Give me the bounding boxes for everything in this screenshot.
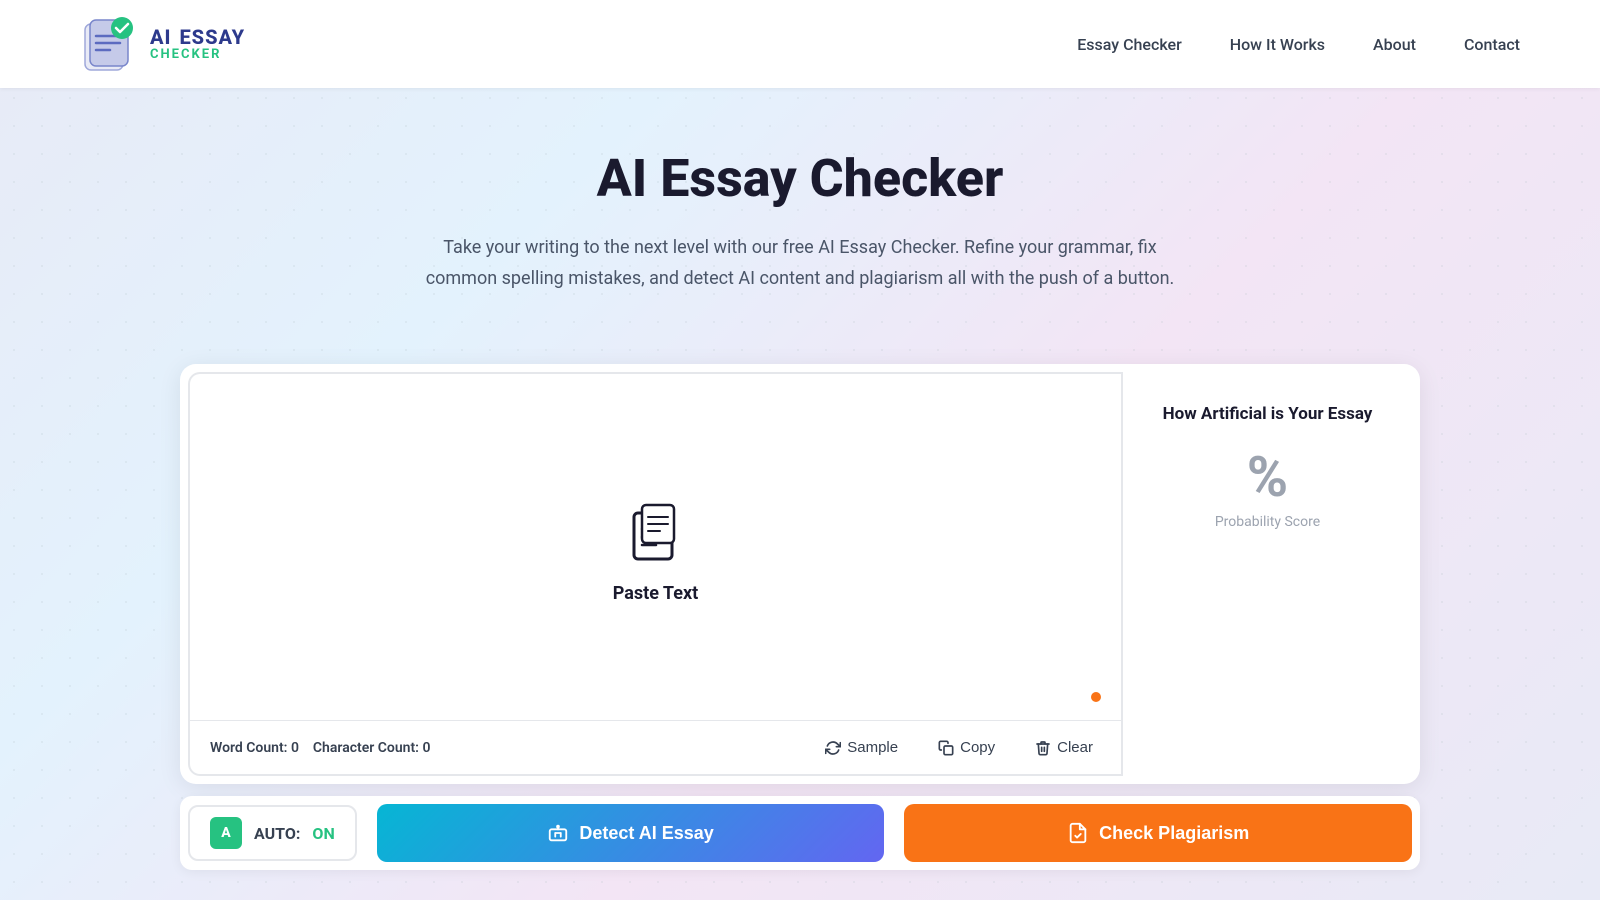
nav-item-about[interactable]: About — [1373, 35, 1416, 54]
detect-label: Detect AI Essay — [579, 823, 713, 844]
editor-panel: Paste Text Word Count: 0 Character Count… — [188, 372, 1122, 776]
percent-symbol: % — [1147, 444, 1388, 510]
logo-ai: AI — [150, 25, 171, 49]
paste-icon — [616, 491, 696, 571]
logo[interactable]: AI ESSAY CHECKER — [80, 14, 245, 74]
logo-checker: CHECKER — [150, 48, 245, 62]
nav-item-how-it-works[interactable]: How It Works — [1230, 35, 1325, 54]
auto-value: ON — [312, 824, 334, 843]
sample-label: Sample — [847, 739, 898, 756]
results-panel: How Artificial is Your Essay % Probabili… — [1122, 372, 1412, 776]
document-check-icon — [1067, 822, 1089, 844]
bottom-bar: A AUTO: ON Detect AI Essay Check Plagiar… — [180, 796, 1420, 870]
editor-actions: Sample Copy Clear — [817, 735, 1101, 760]
sample-button[interactable]: Sample — [817, 735, 906, 760]
main-container: Paste Text Word Count: 0 Character Count… — [180, 364, 1420, 784]
hero-description: Take your writing to the next level with… — [410, 233, 1190, 294]
nav-link-essay-checker[interactable]: Essay Checker — [1077, 35, 1182, 54]
trash-icon — [1035, 740, 1051, 756]
logo-text: AI ESSAY CHECKER — [150, 26, 245, 62]
navbar: AI ESSAY CHECKER Essay Checker How It Wo… — [0, 0, 1600, 88]
editor-footer: Word Count: 0 Character Count: 0 Sample — [190, 720, 1121, 774]
auto-icon: A — [210, 817, 242, 849]
hero-section: AI Essay Checker Take your writing to th… — [0, 88, 1600, 334]
hero-title: AI Essay Checker — [80, 148, 1520, 209]
robot-icon — [547, 822, 569, 844]
clear-label: Clear — [1057, 739, 1093, 756]
copy-icon — [938, 740, 954, 756]
check-plagiarism-button[interactable]: Check Plagiarism — [904, 804, 1412, 862]
paste-label: Paste Text — [613, 583, 699, 604]
logo-essay: ESSAY — [179, 25, 245, 49]
auto-label: AUTO: — [254, 824, 300, 843]
plagiarism-label: Check Plagiarism — [1099, 823, 1249, 844]
copy-button[interactable]: Copy — [930, 735, 1003, 760]
word-char-count: Word Count: 0 Character Count: 0 — [210, 740, 430, 756]
clear-button[interactable]: Clear — [1027, 735, 1101, 760]
nav-item-contact[interactable]: Contact — [1464, 35, 1520, 54]
char-count: Character Count: 0 — [313, 740, 431, 756]
nav-item-essay-checker[interactable]: Essay Checker — [1077, 35, 1182, 54]
nav-link-about[interactable]: About — [1373, 35, 1416, 54]
nav-links: Essay Checker How It Works About Contact — [1077, 35, 1520, 54]
score-label: Probability Score — [1147, 514, 1388, 530]
auto-toggle[interactable]: A AUTO: ON — [188, 805, 357, 861]
nav-link-contact[interactable]: Contact — [1464, 35, 1520, 54]
probability-score: % Probability Score — [1147, 444, 1388, 530]
refresh-icon — [825, 740, 841, 756]
results-title: How Artificial is Your Essay — [1147, 404, 1388, 424]
detect-ai-button[interactable]: Detect AI Essay — [377, 804, 885, 862]
paste-area[interactable]: Paste Text — [190, 374, 1121, 720]
word-count: Word Count: 0 — [210, 740, 299, 756]
copy-label: Copy — [960, 739, 995, 756]
nav-link-how-it-works[interactable]: How It Works — [1230, 35, 1325, 54]
logo-icon — [80, 14, 140, 74]
